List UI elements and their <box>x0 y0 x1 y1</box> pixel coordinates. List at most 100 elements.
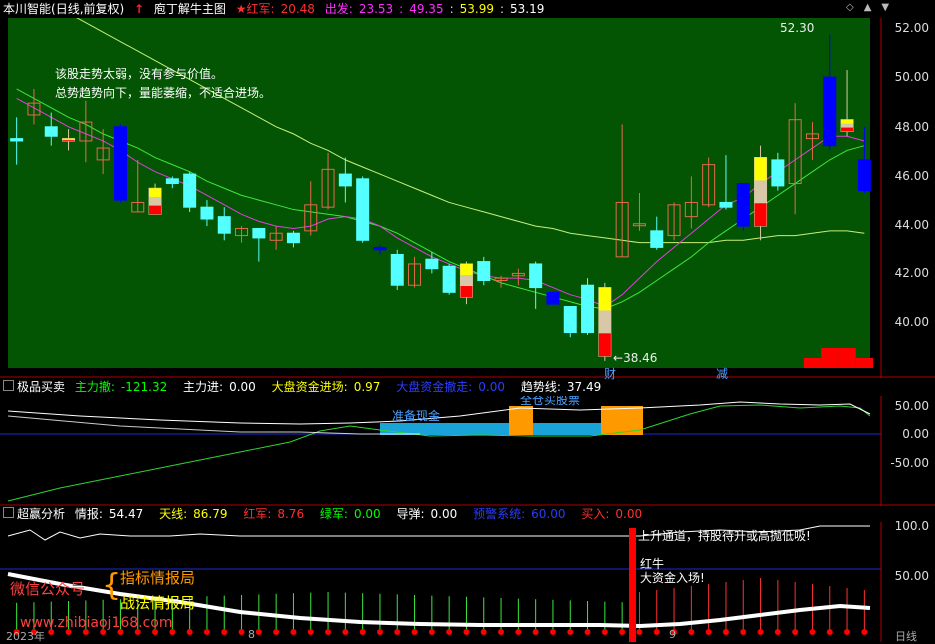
dd-value: 0.00 <box>430 507 458 521</box>
histogram-dot <box>861 629 868 635</box>
low-arrow: ← <box>613 351 624 365</box>
jipin-chart[interactable]: 准备现金 全仓买股票 <box>0 396 935 506</box>
signal-top <box>149 188 162 197</box>
signal-top <box>460 263 473 275</box>
candle-body <box>183 173 197 208</box>
candle-body <box>44 126 58 137</box>
candle-body <box>10 138 24 142</box>
buy-signal-block <box>509 406 533 435</box>
lj-value: 0.00 <box>353 507 381 521</box>
candle-body <box>356 178 370 241</box>
diamond-icon[interactable]: ◇ <box>846 2 864 13</box>
signal-bottom <box>149 205 162 215</box>
wechat-label: 微信公众号 <box>10 580 86 598</box>
histogram-dot <box>809 629 816 635</box>
histogram-dot <box>342 629 349 635</box>
period-label[interactable]: (日线,前复权) <box>51 2 124 16</box>
price-tick: 46.00 <box>894 169 929 183</box>
chufa-value: 23.53 <box>358 2 394 16</box>
candle-body <box>546 291 560 305</box>
histogram-dot <box>394 629 401 635</box>
signal-bottom <box>62 140 75 141</box>
signal-bottom <box>754 203 767 227</box>
volume-bar <box>803 358 822 368</box>
qb-label: 情报: <box>74 507 103 521</box>
main-chart-header: 本川智能(日线,前复权) ↑ 庖丁解牛主图 ★红军: 20.48 出发: 23.53… <box>3 0 556 18</box>
qs-label: 趋势线: <box>520 380 561 394</box>
price-tick: 42.00 <box>894 266 929 280</box>
date-month-8: 8 <box>248 628 255 641</box>
candle-body <box>252 227 266 239</box>
up-triangle-icon[interactable]: ▲ <box>864 2 882 13</box>
lj-label: 绿军: <box>319 507 348 521</box>
jipin-tick: 50.00 <box>894 399 929 413</box>
red-up-arrow-icon[interactable]: ↑ <box>134 2 144 16</box>
histogram-dot <box>480 629 487 635</box>
jipin-name[interactable]: 极品买卖 <box>17 380 65 394</box>
histogram-dot <box>653 629 660 635</box>
hongniu-note: 红牛 <box>640 556 664 571</box>
dd-label: 导弹: <box>396 507 425 521</box>
watermark-line-2: 战法情报局 <box>120 594 196 612</box>
volume-bar <box>821 348 839 368</box>
histogram-dot <box>688 629 695 635</box>
window-controls: ◇▲▼ <box>846 2 899 13</box>
collapse-icon[interactable] <box>3 380 14 391</box>
collapse-icon[interactable] <box>3 507 14 518</box>
histogram-dot <box>549 629 556 635</box>
candle-body <box>390 253 404 286</box>
price-tick: 44.00 <box>894 218 929 232</box>
histogram-dot <box>844 629 851 635</box>
stock-name[interactable]: 本川智能 <box>3 2 51 16</box>
candle-body <box>286 232 300 244</box>
signal-top <box>62 138 75 140</box>
volume-bar <box>855 358 873 368</box>
candle-body <box>563 306 577 334</box>
main-indicator-name[interactable]: 庖丁解牛主图 <box>154 2 226 16</box>
up-channel-note: 上升通道，持股待升或高抛低吸! <box>638 528 811 543</box>
buy-stock-label: 全仓买股票 <box>520 396 580 407</box>
price-tick: 52.00 <box>894 21 929 35</box>
candle-body <box>719 201 733 208</box>
dp-label: 大盘资金进场: <box>271 380 348 394</box>
histogram-dot <box>221 629 228 635</box>
histogram-dot <box>740 629 747 635</box>
candle-body <box>823 76 837 147</box>
candle-body <box>373 246 387 251</box>
chaoying-tick: 100.0 <box>894 519 929 533</box>
watermark-line-1: 指标情报局 <box>120 569 196 587</box>
candle-body <box>442 265 456 293</box>
down-triangle-icon[interactable]: ▼ <box>881 2 899 13</box>
yj-label: 预警系统: <box>473 507 526 521</box>
candle-body <box>736 183 750 227</box>
fund-in-note: 大资金入场! <box>640 570 705 585</box>
candle-body <box>650 230 664 248</box>
histogram-dot <box>203 629 210 635</box>
histogram-dot <box>273 629 280 635</box>
jipin-header: 极品买卖 主力撤: -121.32 主力进: 0.00 大盘资金进场: 0.97 大盘… <box>3 378 613 396</box>
signal-top <box>598 287 611 311</box>
value-2: 53.99 <box>459 2 494 16</box>
histogram-dot <box>792 629 799 635</box>
histogram-dot <box>532 629 539 635</box>
mr-label: 买入: <box>581 507 610 521</box>
chaoying-tick: 50.00 <box>894 569 929 583</box>
candle-body <box>771 159 785 187</box>
candle-body <box>217 216 231 234</box>
dpt-label: 大盘资金撤走: <box>396 380 473 394</box>
candle-body <box>477 261 491 282</box>
chaoying-name[interactable]: 超赢分析 <box>17 507 65 521</box>
histogram-dot <box>325 629 332 635</box>
histogram-dot <box>601 629 608 635</box>
volume-bar <box>838 348 856 368</box>
signal-top <box>841 119 854 124</box>
histogram-dot <box>186 629 193 635</box>
ready-cash-label: 准备现金 <box>392 408 440 423</box>
zlc-label: 主力撤: <box>74 380 115 394</box>
value-separator: : <box>449 2 454 16</box>
candle-body <box>113 126 127 201</box>
low-price-label: ←38.46 <box>613 351 657 365</box>
mr-value: 0.00 <box>615 507 643 521</box>
histogram-dot <box>722 629 729 635</box>
histogram-dot <box>584 629 591 635</box>
